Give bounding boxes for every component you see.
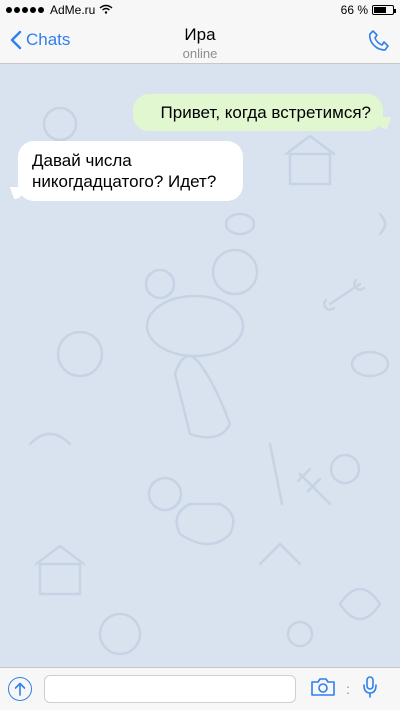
signal-strength-icon [6,7,44,13]
battery-icon [372,5,396,15]
separator: : [346,681,350,697]
contact-name: Ира [184,25,216,44]
status-bar: AdMe.ru 66 % [0,0,400,20]
phone-icon [368,30,389,51]
message-input[interactable] [44,675,296,703]
message-text: Привет, когда встретимся? [160,103,371,122]
microphone-button[interactable] [362,675,378,704]
call-button[interactable] [368,29,390,58]
contact-status: online [182,46,218,61]
message-text: Давай числа никогдадцатого? Идет? [32,151,217,191]
camera-button[interactable] [310,677,336,702]
attach-button[interactable] [8,677,32,701]
battery-percentage: 66 % [340,3,368,17]
chat-title[interactable]: Ира online [0,25,400,61]
wifi-icon [99,4,113,17]
microphone-icon [363,675,377,698]
camera-icon [311,677,335,696]
upload-icon [14,682,26,696]
chat-area[interactable]: Привет, когда встретимся? Давай числа ни… [0,64,400,667]
outgoing-message[interactable]: Привет, когда встретимся? [133,94,383,131]
navigation-bar: Chats Ира online [0,20,400,64]
message-input-bar: : [0,667,400,710]
carrier-name: AdMe.ru [50,3,96,17]
incoming-message[interactable]: Давай числа никогдадцатого? Идет? [18,141,243,201]
